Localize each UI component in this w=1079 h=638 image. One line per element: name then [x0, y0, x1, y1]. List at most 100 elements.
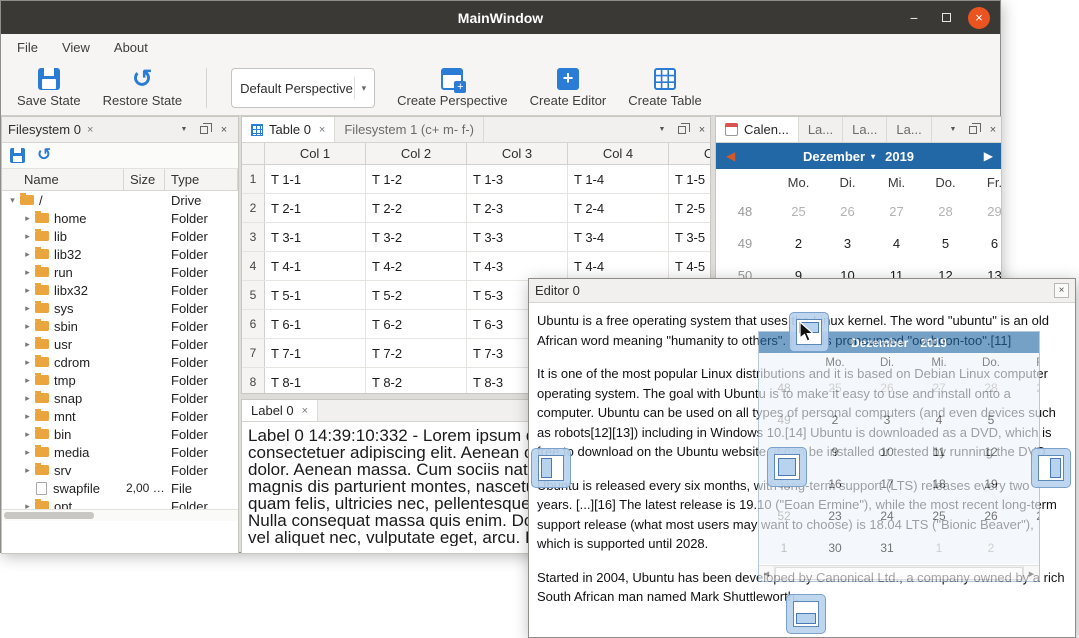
dock-indicator-bottom[interactable]: [786, 594, 826, 634]
tree-row[interactable]: ▸libx32Folder: [2, 281, 238, 299]
expander-icon[interactable]: ▸: [21, 375, 34, 386]
tree-row[interactable]: ▸lib32Folder: [2, 245, 238, 263]
row-header[interactable]: 2: [242, 194, 265, 222]
perspective-dropdown[interactable]: Default Perspective ▾: [231, 68, 375, 108]
expander-icon[interactable]: ▸: [21, 285, 34, 296]
tabs-menu-button[interactable]: ▼: [945, 122, 961, 138]
close-panel-button[interactable]: ×: [216, 122, 232, 138]
table-cell[interactable]: T 2-3: [467, 194, 568, 222]
row-header[interactable]: 8: [242, 368, 265, 394]
window-titlebar[interactable]: MainWindow − ×: [1, 1, 1000, 34]
create-perspective-button[interactable]: Create Perspective: [397, 68, 508, 108]
row-header[interactable]: 6: [242, 310, 265, 338]
table-cell[interactable]: T 6-1: [265, 310, 366, 338]
create-editor-button[interactable]: Create Editor: [530, 68, 607, 108]
undock-button[interactable]: [196, 122, 212, 138]
tab-la[interactable]: La...: [799, 117, 843, 142]
close-tab-icon[interactable]: ×: [302, 405, 308, 417]
table-cell[interactable]: T 8-2: [366, 368, 467, 394]
month-button[interactable]: Dezember: [803, 149, 865, 164]
close-button[interactable]: ×: [968, 7, 990, 29]
table-cell[interactable]: T 1-2: [366, 165, 467, 193]
calendar-day[interactable]: 5: [921, 236, 970, 251]
filesystem-panel-titlebar[interactable]: Filesystem 0 × ▼ ×: [2, 117, 238, 143]
tree-row[interactable]: ▸snapFolder: [2, 389, 238, 407]
fs-column-header[interactable]: Name: [2, 169, 124, 190]
table-cell[interactable]: T 3-3: [467, 223, 568, 251]
calendar-day[interactable]: 29: [970, 204, 1002, 219]
row-header[interactable]: 1: [242, 165, 265, 193]
minimize-button[interactable]: −: [904, 8, 924, 28]
editor-titlebar[interactable]: Editor 0 ×: [529, 279, 1075, 303]
expander-icon[interactable]: ▸: [21, 267, 34, 278]
column-header[interactable]: Col 3: [467, 143, 568, 164]
menu-item-view[interactable]: View: [50, 36, 102, 59]
column-header[interactable]: Col 5: [669, 143, 711, 164]
table-cell[interactable]: T 1-5: [669, 165, 711, 193]
create-table-button[interactable]: Create Table: [628, 68, 701, 108]
expander-icon[interactable]: ▾: [6, 195, 19, 206]
table-cell[interactable]: T 2-5: [669, 194, 711, 222]
tab-filesystem-1-c-m-f[interactable]: Filesystem 1 (c+ m- f-): [335, 117, 484, 142]
calendar-day[interactable]: 4: [872, 236, 921, 251]
column-header[interactable]: Col 4: [568, 143, 669, 164]
expander-icon[interactable]: ▸: [21, 357, 34, 368]
tree-row[interactable]: ▸optFolder: [2, 497, 238, 509]
close-tab-icon[interactable]: ×: [319, 124, 325, 136]
table-cell[interactable]: T 3-1: [265, 223, 366, 251]
tree-row[interactable]: ▸sysFolder: [2, 299, 238, 317]
tree-row[interactable]: ▸homeFolder: [2, 209, 238, 227]
tree-row[interactable]: ▸libFolder: [2, 227, 238, 245]
calendar-day[interactable]: 3: [823, 236, 872, 251]
row-header[interactable]: 4: [242, 252, 265, 280]
table-cell[interactable]: T 2-2: [366, 194, 467, 222]
restore-state-button[interactable]: ↺ Restore State: [103, 68, 183, 108]
fs-column-header[interactable]: Type: [165, 169, 238, 190]
tree-row[interactable]: ▸mediaFolder: [2, 443, 238, 461]
tab-la[interactable]: La...: [887, 117, 931, 142]
calendar-day[interactable]: 27: [872, 204, 921, 219]
history-icon[interactable]: ↺: [37, 148, 51, 163]
scrollbar-thumb[interactable]: [4, 512, 94, 519]
table-cell[interactable]: T 5-1: [265, 281, 366, 309]
column-header[interactable]: Col 1: [265, 143, 366, 164]
table-cell[interactable]: T 2-1: [265, 194, 366, 222]
expander-icon[interactable]: ▸: [21, 501, 34, 510]
next-month-button[interactable]: ▶: [984, 149, 993, 163]
dock-indicator-right[interactable]: [1031, 448, 1071, 488]
dock-indicator-center[interactable]: [767, 447, 807, 487]
dock-indicator-left[interactable]: [531, 448, 571, 488]
expander-icon[interactable]: ▸: [21, 411, 34, 422]
save-state-button[interactable]: Save State: [17, 68, 81, 108]
menu-item-about[interactable]: About: [102, 36, 160, 59]
table-cell[interactable]: T 1-1: [265, 165, 366, 193]
tab-la[interactable]: La...: [843, 117, 887, 142]
close-button[interactable]: ×: [1054, 283, 1069, 298]
tabs-menu-button[interactable]: ▼: [176, 122, 192, 138]
tree-row[interactable]: ▸tmpFolder: [2, 371, 238, 389]
close-tab-icon[interactable]: ×: [87, 124, 93, 136]
table-cell[interactable]: T 1-4: [568, 165, 669, 193]
table-cell[interactable]: T 4-4: [568, 252, 669, 280]
table-cell[interactable]: T 1-3: [467, 165, 568, 193]
calendar-day[interactable]: 28: [921, 204, 970, 219]
table-cell[interactable]: T 3-2: [366, 223, 467, 251]
table-cell[interactable]: T 5-2: [366, 281, 467, 309]
year-button[interactable]: 2019: [885, 149, 914, 164]
close-panel-button[interactable]: ×: [985, 122, 1001, 138]
fs-column-header[interactable]: Size: [124, 169, 165, 190]
calendar-day[interactable]: 6: [970, 236, 1002, 251]
calendar-day[interactable]: 26: [823, 204, 872, 219]
tree-row[interactable]: ▸cdromFolder: [2, 353, 238, 371]
expander-icon[interactable]: ▸: [21, 429, 34, 440]
horizontal-scrollbar[interactable]: [2, 509, 238, 521]
maximize-button[interactable]: [936, 8, 956, 28]
table-cell[interactable]: T 4-1: [265, 252, 366, 280]
tree-row[interactable]: swapfile2,00 …File: [2, 479, 238, 497]
row-header[interactable]: 5: [242, 281, 265, 309]
table-cell[interactable]: T 2-4: [568, 194, 669, 222]
column-header[interactable]: Col 2: [366, 143, 467, 164]
row-header[interactable]: 7: [242, 339, 265, 367]
table-cell[interactable]: T 4-2: [366, 252, 467, 280]
expander-icon[interactable]: ▸: [21, 465, 34, 476]
